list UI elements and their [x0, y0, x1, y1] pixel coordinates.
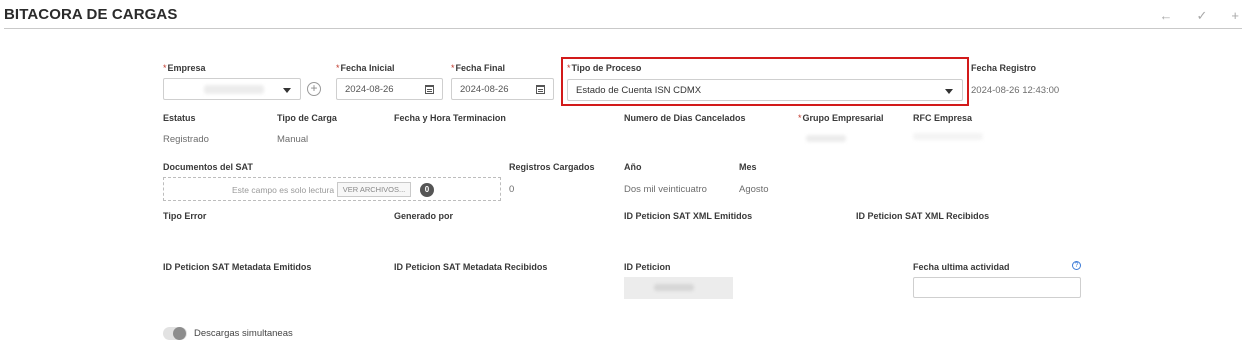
help-icon[interactable]: ?: [1072, 261, 1081, 270]
fecha-registro-label: Fecha Registro: [971, 63, 1037, 73]
tipo-carga-label: Tipo de Carga: [277, 113, 337, 123]
documentos-sat-field: Este campo es solo lectura VER ARCHIVOS.…: [163, 177, 501, 201]
fecha-inicial-input[interactable]: 2024-08-26: [336, 78, 443, 100]
rfc-empresa-redacted-value: [913, 133, 983, 140]
empresa-select[interactable]: [163, 78, 301, 100]
fecha-ultima-actividad-label: Fecha ultima actividad: [913, 262, 1010, 272]
estatus-label: Estatus: [163, 113, 196, 123]
calendar-icon[interactable]: [536, 85, 545, 94]
chevron-down-icon: [283, 88, 291, 93]
chevron-down-icon: [945, 89, 953, 94]
tipo-proceso-select[interactable]: Estado de Cuenta ISN CDMX: [567, 79, 963, 101]
descargas-simultaneas-toggle[interactable]: [163, 327, 187, 340]
page-title: BITACORA DE CARGAS: [4, 6, 178, 23]
fecha-ultima-actividad-input[interactable]: [913, 277, 1081, 298]
id-metadata-recibidos-label: ID Peticion SAT Metadata Recibidos: [394, 262, 548, 272]
title-divider: [4, 28, 1242, 29]
anio-label: Año: [624, 162, 642, 172]
generado-por-label: Generado por: [394, 211, 454, 221]
rfc-empresa-label: RFC Empresa: [913, 113, 973, 123]
fecha-inicial-value: 2024-08-26: [345, 84, 394, 95]
documentos-sat-label: Documentos del SAT: [163, 162, 253, 172]
estatus-value: Registrado: [163, 134, 209, 145]
add-empresa-icon[interactable]: +: [307, 82, 321, 96]
fecha-final-label: *Fecha Final: [451, 63, 506, 73]
id-peticion-redacted-value: [654, 284, 694, 291]
grupo-empresarial-label: *Grupo Empresarial: [798, 113, 884, 123]
fecha-inicial-label: *Fecha Inicial: [336, 63, 395, 73]
registros-cargados-value: 0: [509, 184, 515, 195]
fecha-final-value: 2024-08-26: [460, 84, 509, 95]
fecha-hora-terminacion-label: Fecha y Hora Terminacion: [394, 113, 506, 123]
id-xml-recibidos-label: ID Peticion SAT XML Recibidos: [856, 211, 990, 221]
id-metadata-emitidos-label: ID Peticion SAT Metadata Emitidos: [163, 262, 312, 272]
fecha-final-input[interactable]: 2024-08-26: [451, 78, 554, 100]
ver-archivos-button[interactable]: VER ARCHIVOS...: [337, 182, 411, 197]
tipo-carga-value: Manual: [277, 134, 309, 145]
archivos-count-badge: 0: [420, 183, 434, 197]
mes-value: Agosto: [739, 184, 769, 195]
anio-value: Dos mil veinticuatro: [624, 184, 707, 195]
mes-label: Mes: [739, 162, 757, 172]
calendar-icon[interactable]: [425, 85, 434, 94]
add-icon[interactable]: +: [1231, 8, 1239, 24]
descargas-simultaneas-label: Descargas simultaneas: [194, 328, 293, 339]
check-icon[interactable]: ✓: [1197, 8, 1208, 24]
empresa-redacted-value: [204, 85, 264, 94]
id-peticion-label: ID Peticion: [624, 262, 671, 272]
id-peticion-field: [624, 277, 733, 299]
tipo-proceso-value: Estado de Cuenta ISN CDMX: [576, 85, 702, 96]
fecha-registro-value: 2024-08-26 12:43:00: [971, 85, 1060, 96]
grupo-empresarial-redacted-value: [806, 135, 846, 142]
registros-cargados-label: Registros Cargados: [509, 162, 595, 172]
toggle-knob: [173, 327, 186, 340]
back-arrow-icon[interactable]: ←: [1160, 8, 1173, 24]
empresa-label: *Empresa: [163, 63, 206, 73]
dias-cancelados-label: Numero de Dias Cancelados: [624, 113, 746, 123]
readonly-note: Este campo es solo lectura: [232, 185, 335, 195]
header-actions: ← ✓ +: [1160, 8, 1240, 24]
tipo-error-label: Tipo Error: [163, 211, 207, 221]
id-xml-emitidos-label: ID Peticion SAT XML Emitidos: [624, 211, 753, 221]
